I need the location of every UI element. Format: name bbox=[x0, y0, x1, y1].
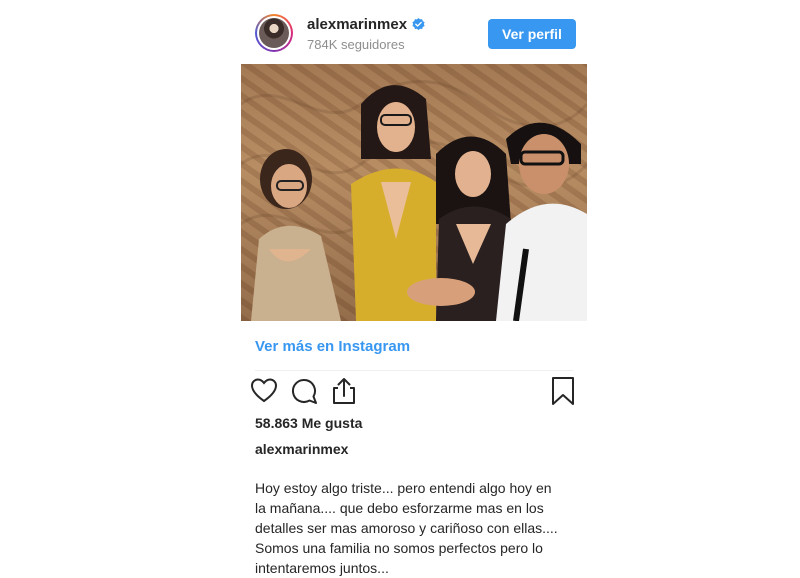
avatar-image bbox=[259, 18, 289, 48]
profile-avatar[interactable] bbox=[255, 14, 293, 52]
followers-count: 784K seguidores bbox=[307, 37, 405, 52]
caption-line: Hoy estoy algo triste... pero entendi al… bbox=[255, 480, 552, 496]
action-bar bbox=[241, 376, 587, 410]
username[interactable]: alexmarinmex bbox=[307, 16, 407, 33]
caption-line: Somos una familia no somos perfectos per… bbox=[255, 540, 543, 556]
caption-text: Hoy estoy algo triste... pero entendi al… bbox=[255, 478, 585, 578]
person-right bbox=[496, 122, 587, 321]
caption-username[interactable]: alexmarinmex bbox=[255, 441, 348, 457]
heart-icon[interactable] bbox=[249, 376, 279, 406]
share-icon[interactable] bbox=[329, 376, 359, 406]
comment-icon[interactable] bbox=[289, 376, 319, 406]
caption-line: detalles ser mas amoroso y cariñoso con … bbox=[255, 520, 558, 536]
joined-hands bbox=[407, 278, 475, 306]
caption-line: intentaremos juntos... bbox=[255, 560, 389, 576]
verified-badge-icon bbox=[412, 18, 425, 31]
username-row: alexmarinmex bbox=[307, 16, 425, 33]
caption-line: la mañana.... que debo esforzarme mas en… bbox=[255, 500, 544, 516]
instagram-embed: alexmarinmex 784K seguidores Ver perfil bbox=[241, 0, 587, 578]
likes-count: 58.863 Me gusta bbox=[255, 415, 363, 431]
avatar-ring bbox=[257, 16, 291, 50]
view-profile-button[interactable]: Ver perfil bbox=[488, 19, 576, 49]
post-image[interactable] bbox=[241, 64, 587, 321]
person-left bbox=[251, 149, 341, 321]
photo-illustration bbox=[241, 80, 587, 321]
view-more-on-instagram-link[interactable]: Ver más en Instagram bbox=[255, 338, 410, 355]
post-header: alexmarinmex 784K seguidores Ver perfil bbox=[241, 0, 587, 64]
divider bbox=[255, 370, 573, 371]
bookmark-icon[interactable] bbox=[548, 376, 578, 406]
